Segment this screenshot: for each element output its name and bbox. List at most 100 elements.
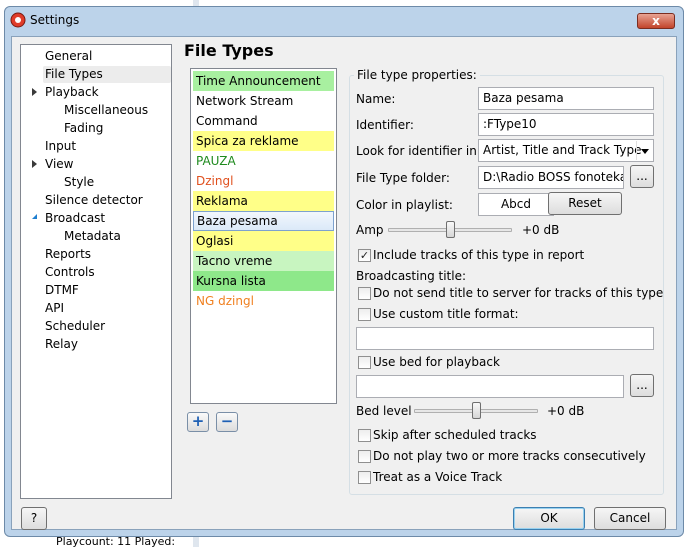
- amp-slider-thumb[interactable]: [446, 221, 455, 238]
- custom-title-format-field[interactable]: [356, 327, 654, 350]
- nav-item-scheduler[interactable]: Scheduler: [45, 318, 105, 335]
- list-item[interactable]: PAUZA: [193, 151, 334, 171]
- nav-label: File Types: [45, 67, 103, 81]
- use-bed-checkbox[interactable]: [358, 356, 371, 369]
- reset-color-button[interactable]: Reset: [548, 192, 622, 215]
- bed-level-label: Bed level: [356, 404, 412, 418]
- list-item-selected[interactable]: Baza pesama: [193, 211, 334, 231]
- list-item[interactable]: Tacno vreme: [193, 251, 334, 271]
- settings-window: Settings x General File Types Playback M…: [4, 6, 684, 537]
- nav-item-metadata[interactable]: Metadata: [64, 228, 121, 245]
- nav-item-view[interactable]: View: [45, 156, 73, 173]
- cancel-button[interactable]: Cancel: [594, 507, 666, 530]
- app-icon: [9, 11, 27, 29]
- nav-label: Metadata: [64, 229, 121, 243]
- include-in-report-label: Include tracks of this type in report: [373, 248, 585, 262]
- include-in-report-checkbox[interactable]: ✓: [358, 249, 371, 262]
- nav-label: Playback: [45, 85, 99, 99]
- use-bed-label: Use bed for playback: [373, 355, 500, 369]
- name-label: Name:: [356, 92, 396, 106]
- amp-value: +0 dB: [522, 223, 560, 237]
- nav-label: Silence detector: [45, 193, 143, 207]
- nav-item-style[interactable]: Style: [64, 174, 94, 191]
- nav-label: Fading: [64, 121, 104, 135]
- list-item[interactable]: Oglasi: [193, 231, 334, 251]
- look-for-identifier-value: Artist, Title and Track Type: [483, 143, 642, 157]
- expand-arrow-icon[interactable]: [32, 160, 37, 168]
- voice-track-label: Treat as a Voice Track: [373, 470, 503, 484]
- broadcasting-title-label: Broadcasting title:: [356, 269, 466, 283]
- nav-label: Controls: [45, 265, 95, 279]
- do-not-send-title-label: Do not send title to server for tracks o…: [373, 286, 664, 300]
- window-title: Settings: [30, 13, 80, 27]
- list-item[interactable]: Command: [193, 111, 334, 131]
- properties-legend: File type properties:: [354, 68, 480, 82]
- remove-file-type-button[interactable]: −: [216, 412, 238, 432]
- nav-label: Miscellaneous: [64, 103, 149, 117]
- nav-label: Relay: [45, 337, 78, 351]
- skip-after-scheduled-label: Skip after scheduled tracks: [373, 428, 537, 442]
- bed-level-slider-thumb[interactable]: [472, 402, 481, 419]
- list-item[interactable]: Spica za reklame: [193, 131, 334, 151]
- nav-label: Reports: [45, 247, 92, 261]
- file-types-list: Time Announcement Network Stream Command…: [190, 68, 337, 404]
- nav-label: View: [45, 157, 74, 171]
- nav-item-fading[interactable]: Fading: [64, 120, 103, 137]
- identifier-label: Identifier:: [356, 118, 414, 132]
- custom-title-label: Use custom title format:: [373, 307, 519, 321]
- nav-item-silence-detector[interactable]: Silence detector: [45, 192, 143, 209]
- nav-label: Scheduler: [45, 319, 106, 333]
- file-type-folder-field[interactable]: D:\Radio BOSS fonoteka: [478, 166, 624, 189]
- list-item[interactable]: Reklama: [193, 191, 334, 211]
- nav-item-general[interactable]: General: [45, 48, 92, 65]
- bed-level-value: +0 dB: [547, 404, 585, 418]
- look-for-identifier-label: Look for identifier in:: [356, 144, 481, 158]
- color-sample: Abcd: [478, 193, 554, 216]
- list-item[interactable]: Dzingl: [193, 171, 334, 191]
- nav-item-input[interactable]: Input: [45, 138, 76, 155]
- dialog-body: General File Types Playback Miscellaneou…: [11, 36, 677, 530]
- name-field[interactable]: Baza pesama: [478, 87, 654, 110]
- no-consecutive-checkbox[interactable]: [358, 450, 371, 463]
- file-type-folder-label: File Type folder:: [356, 171, 450, 185]
- nav-item-broadcast[interactable]: Broadcast: [45, 210, 105, 227]
- skip-after-scheduled-checkbox[interactable]: [358, 429, 371, 442]
- nav-item-controls[interactable]: Controls: [45, 264, 95, 281]
- do-not-send-title-checkbox[interactable]: [358, 287, 371, 300]
- custom-title-checkbox[interactable]: [358, 308, 371, 321]
- list-item[interactable]: Network Stream: [193, 91, 334, 111]
- ok-button[interactable]: OK: [513, 507, 585, 530]
- title-bar[interactable]: Settings x: [5, 7, 683, 33]
- list-item[interactable]: Kursna lista: [193, 271, 334, 291]
- nav-label: Input: [45, 139, 77, 153]
- list-item[interactable]: NG dzingl: [193, 291, 334, 311]
- close-button[interactable]: x: [637, 13, 675, 29]
- list-item[interactable]: Time Announcement: [193, 71, 334, 91]
- no-consecutive-label: Do not play two or more tracks consecuti…: [373, 449, 646, 463]
- nav-label: Style: [64, 175, 95, 189]
- nav-label: General: [45, 49, 93, 63]
- nav-item-reports[interactable]: Reports: [45, 246, 91, 263]
- chevron-down-icon: [636, 141, 652, 160]
- color-in-playlist-label: Color in playlist:: [356, 198, 453, 212]
- page-title: File Types: [184, 41, 274, 60]
- nav-item-api[interactable]: API: [45, 300, 64, 317]
- nav-label: API: [45, 301, 64, 315]
- collapse-arrow-icon[interactable]: [32, 214, 37, 219]
- settings-nav-tree: General File Types Playback Miscellaneou…: [20, 44, 172, 499]
- nav-item-file-types[interactable]: File Types: [43, 66, 171, 83]
- expand-arrow-icon[interactable]: [32, 88, 37, 96]
- look-for-identifier-select[interactable]: Artist, Title and Track Type: [478, 139, 654, 162]
- identifier-field[interactable]: :FType10: [478, 113, 654, 136]
- help-button[interactable]: ?: [21, 507, 47, 530]
- nav-item-dtmf[interactable]: DTMF: [45, 282, 79, 299]
- browse-folder-button[interactable]: ...: [630, 165, 654, 188]
- nav-label: Broadcast: [45, 211, 106, 225]
- nav-item-relay[interactable]: Relay: [45, 336, 78, 353]
- nav-item-playback[interactable]: Playback: [45, 84, 99, 101]
- browse-bed-button[interactable]: ...: [630, 374, 654, 397]
- bed-file-field[interactable]: [356, 375, 624, 398]
- add-file-type-button[interactable]: +: [187, 412, 209, 432]
- nav-item-miscellaneous[interactable]: Miscellaneous: [64, 102, 148, 119]
- voice-track-checkbox[interactable]: [358, 471, 371, 484]
